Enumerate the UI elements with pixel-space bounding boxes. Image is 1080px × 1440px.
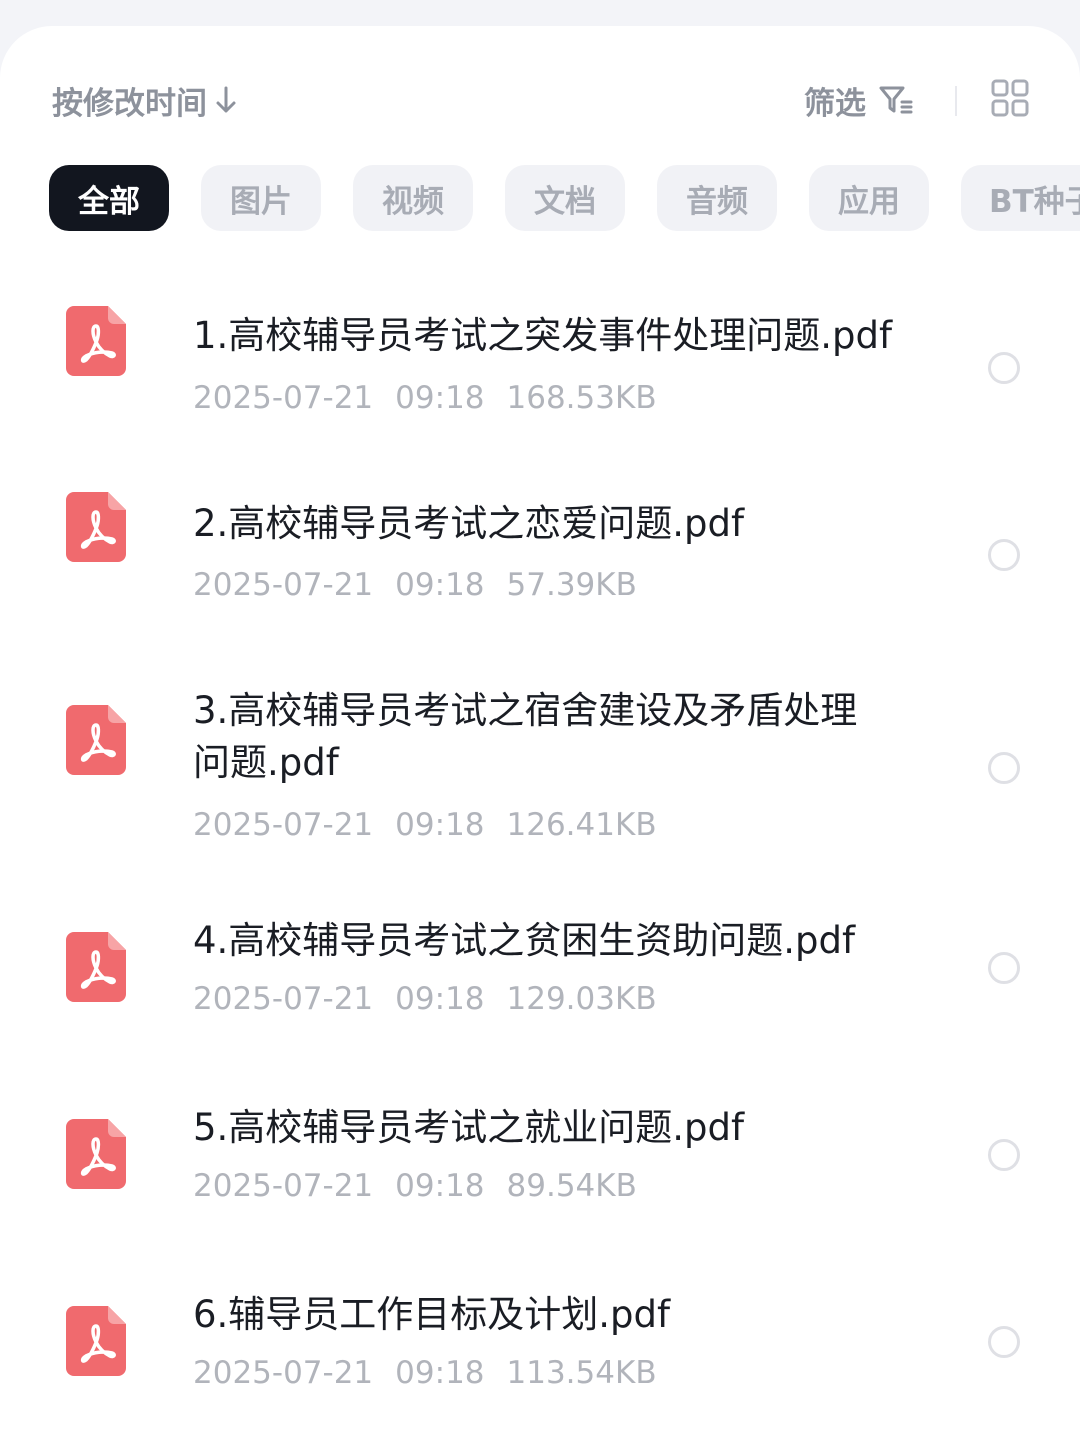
pdf-icon bbox=[66, 705, 126, 775]
file-row[interactable]: 4.高校辅导员考试之贫困生资助问题.pdf 2025-07-21 09:18 129… bbox=[0, 879, 1080, 1029]
file-row[interactable]: 2.高校辅导员考试之恋爱问题.pdf 2025-07-21 09:18 57.39K… bbox=[0, 454, 1080, 604]
grid-view-button[interactable] bbox=[988, 78, 1032, 122]
arrow-down-icon bbox=[215, 85, 237, 115]
file-time: 09:18 bbox=[395, 380, 485, 416]
file-meta: 2025-07-21 09:18 129.03KB bbox=[193, 981, 679, 1017]
filter-icon bbox=[878, 84, 914, 116]
file-name: 4.高校辅导员考试之贫困生资助问题.pdf bbox=[193, 919, 856, 962]
file-meta: 2025-07-21 09:18 57.39KB bbox=[193, 567, 659, 603]
select-radio[interactable] bbox=[988, 1139, 1020, 1171]
file-row[interactable]: 5.高校辅导员考试之就业问题.pdf 2025-07-21 09:18 89.54K… bbox=[0, 1066, 1080, 1216]
select-radio[interactable] bbox=[988, 539, 1020, 571]
file-date: 2025-07-21 bbox=[193, 981, 374, 1017]
tab-bt-torrents[interactable]: BT种子 bbox=[961, 165, 1080, 231]
file-date: 2025-07-21 bbox=[193, 567, 374, 603]
sort-button[interactable]: 按修改时间 bbox=[52, 76, 237, 124]
grid-view-icon bbox=[990, 78, 1030, 122]
file-name: 2.高校辅导员考试之恋爱问题.pdf bbox=[193, 502, 745, 545]
file-row[interactable]: 3.高校辅导员考试之宿舍建设及矛盾处理问题.pdf 2025-07-21 09:1… bbox=[0, 641, 1080, 851]
file-sheet: 按修改时间 筛选 全部 图片 视频 文档 音频 应用 BT种 1.高校辅导员考试… bbox=[0, 26, 1080, 1440]
file-size: 57.39KB bbox=[506, 567, 637, 603]
pdf-icon bbox=[66, 306, 126, 376]
tab-images[interactable]: 图片 bbox=[201, 165, 321, 231]
file-time: 09:18 bbox=[395, 807, 485, 843]
file-name: 5.高校辅导员考试之就业问题.pdf bbox=[193, 1106, 745, 1149]
file-size: 129.03KB bbox=[506, 981, 657, 1017]
select-radio[interactable] bbox=[988, 352, 1020, 384]
file-date: 2025-07-21 bbox=[193, 807, 374, 843]
file-meta: 2025-07-21 09:18 168.53KB bbox=[193, 380, 679, 416]
select-radio[interactable] bbox=[988, 1326, 1020, 1358]
file-size: 126.41KB bbox=[506, 807, 657, 843]
file-meta: 2025-07-21 09:18 113.54KB bbox=[193, 1355, 679, 1391]
tab-documents[interactable]: 文档 bbox=[505, 165, 625, 231]
file-date: 2025-07-21 bbox=[193, 380, 374, 416]
file-row[interactable]: 6.辅导员工作目标及计划.pdf 2025-07-21 09:18 113.54KB bbox=[0, 1253, 1080, 1403]
file-row[interactable]: 1.高校辅导员考试之突发事件处理问题.pdf 2025-07-21 09:18 16… bbox=[0, 266, 1080, 416]
file-time: 09:18 bbox=[395, 1168, 485, 1204]
sort-label: 按修改时间 bbox=[52, 85, 207, 122]
tab-videos[interactable]: 视频 bbox=[353, 165, 473, 231]
file-size: 89.54KB bbox=[506, 1168, 637, 1204]
toolbar: 按修改时间 筛选 bbox=[0, 76, 1080, 124]
file-name: 6.辅导员工作目标及计划.pdf bbox=[193, 1293, 671, 1336]
tab-all[interactable]: 全部 bbox=[49, 165, 169, 231]
tab-apps[interactable]: 应用 bbox=[809, 165, 929, 231]
file-name: 1.高校辅导员考试之突发事件处理问题.pdf bbox=[193, 314, 893, 357]
filter-label: 筛选 bbox=[804, 85, 866, 122]
select-radio[interactable] bbox=[988, 952, 1020, 984]
file-name: 3.高校辅导员考试之宿舍建设及矛盾处理问题.pdf bbox=[193, 689, 858, 784]
file-size: 113.54KB bbox=[506, 1355, 657, 1391]
file-date: 2025-07-21 bbox=[193, 1168, 374, 1204]
pdf-icon bbox=[66, 1119, 126, 1189]
file-meta: 2025-07-21 09:18 126.41KB bbox=[193, 807, 679, 843]
filter-button[interactable]: 筛选 bbox=[804, 76, 914, 124]
file-time: 09:18 bbox=[395, 567, 485, 603]
pdf-icon bbox=[66, 492, 126, 562]
tab-audio[interactable]: 音频 bbox=[657, 165, 777, 231]
pdf-icon bbox=[66, 1306, 126, 1376]
file-time: 09:18 bbox=[395, 981, 485, 1017]
select-radio[interactable] bbox=[988, 752, 1020, 784]
file-size: 168.53KB bbox=[506, 380, 657, 416]
toolbar-divider bbox=[955, 86, 957, 116]
file-meta: 2025-07-21 09:18 89.54KB bbox=[193, 1168, 659, 1204]
pdf-icon bbox=[66, 932, 126, 1002]
category-tabs: 全部 图片 视频 文档 音频 应用 BT种子 bbox=[49, 165, 1080, 231]
file-date: 2025-07-21 bbox=[193, 1355, 374, 1391]
file-time: 09:18 bbox=[395, 1355, 485, 1391]
